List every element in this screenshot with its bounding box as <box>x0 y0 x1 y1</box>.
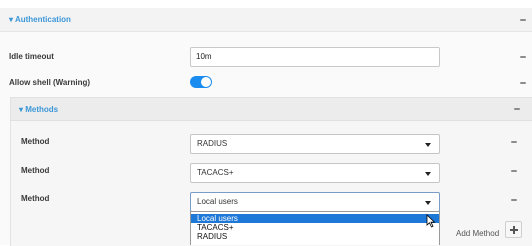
authentication-header[interactable]: ▾ Authentication <box>0 8 532 32</box>
mouse-cursor-icon <box>426 214 436 228</box>
chevron-down-icon <box>425 143 431 147</box>
authentication-title: ▾ Authentication <box>9 15 71 24</box>
method-2-more-icon[interactable] <box>511 170 517 172</box>
allow-shell-more-icon[interactable] <box>520 82 526 84</box>
method-select-2[interactable]: TACACS+ <box>190 163 440 183</box>
method-select-3[interactable]: Local users <box>190 192 440 212</box>
methods-title: ▾ Methods <box>19 105 59 114</box>
method-1-more-icon[interactable] <box>511 141 517 143</box>
idle-timeout-label: Idle timeout <box>9 52 54 61</box>
idle-timeout-input[interactable]: 10m <box>190 47 440 67</box>
method-select-value: RADIUS <box>197 139 228 148</box>
method-label: Method <box>21 166 50 175</box>
dropdown-option[interactable]: TACACS+ <box>191 223 439 232</box>
methods-collapse-icon[interactable] <box>514 108 520 110</box>
method-label: Method <box>21 137 50 146</box>
method-select-1[interactable]: RADIUS <box>190 134 440 154</box>
toggle-knob <box>201 77 211 87</box>
chevron-down-icon <box>425 172 431 176</box>
chevron-down-icon <box>425 201 431 205</box>
collapse-icon[interactable] <box>520 19 526 21</box>
allow-shell-toggle[interactable] <box>190 76 212 88</box>
methods-header[interactable]: ▾ Methods <box>11 98 532 121</box>
idle-timeout-more-icon[interactable] <box>520 56 526 58</box>
allow-shell-label: Allow shell (Warning) <box>9 78 91 87</box>
method-3-more-icon[interactable] <box>511 199 517 201</box>
plus-icon-vertical <box>513 226 515 234</box>
add-method-button[interactable] <box>505 221 522 238</box>
method-select-value: Local users <box>197 197 238 206</box>
method-label: Method <box>21 194 50 203</box>
dropdown-option[interactable]: RADIUS <box>191 232 439 241</box>
method-select-value: TACACS+ <box>197 168 234 177</box>
add-method-label: Add Method <box>456 229 500 238</box>
method-dropdown-list: Local users TACACS+ RADIUS <box>190 211 440 245</box>
dropdown-option[interactable]: Local users <box>191 214 439 223</box>
